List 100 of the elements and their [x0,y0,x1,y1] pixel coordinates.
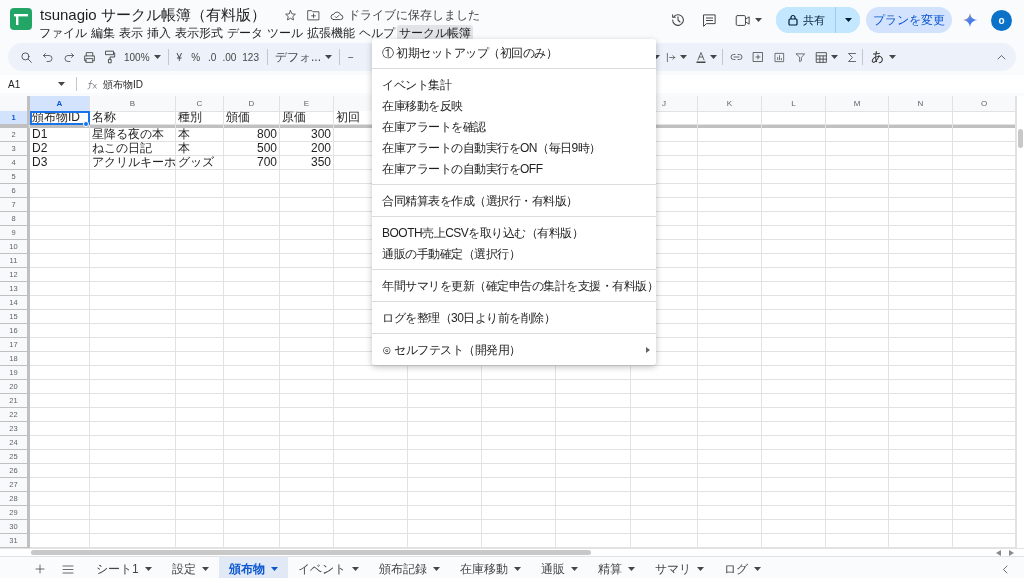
all-sheets-menu-icon[interactable] [62,564,74,574]
input-tools-dropdown[interactable]: あ [867,47,899,67]
redo-icon[interactable] [63,51,75,63]
menu-bar-item[interactable]: ファイル [37,25,89,41]
table-cell: 星降る夜の本 [90,128,176,142]
sheets-logo-icon[interactable] [10,8,32,30]
horizontal-scrollbar-thumb[interactable] [31,550,591,555]
increase-decimals-button[interactable]: .00 [219,49,240,65]
sheet-tab[interactable]: シート1 [86,556,162,578]
name-box[interactable]: A1 [8,76,68,92]
caret-icon [570,567,578,571]
vertical-scrollbar-thumb[interactable] [1018,129,1023,148]
column-header[interactable]: N [889,96,953,112]
sheet-tab[interactable]: ログ [713,556,771,578]
video-call-button[interactable] [735,13,762,27]
search-icon[interactable] [20,50,33,64]
text-wrap-icon[interactable] [665,51,677,63]
star-icon[interactable] [283,8,297,22]
undo-icon[interactable] [42,51,54,63]
sigma-icon[interactable] [846,51,857,63]
menu-item[interactable]: ① 初期セットアップ（初回のみ） [372,42,656,63]
sparkle-icon[interactable] [962,12,978,28]
table-cell: 350 [280,156,334,170]
menu-item[interactable]: 在庫アラートの自動実行をOFF [372,158,656,179]
upgrade-plan-button[interactable]: プランを変更 [866,7,952,33]
menu-item[interactable]: 在庫アラートの自動実行をON（毎日9時） [372,137,656,158]
number-format-button[interactable]: 123 [239,49,262,65]
caret-icon[interactable] [888,55,896,59]
decrease-decimals-button[interactable]: .0 [205,49,220,65]
sheet-tab[interactable]: 精算 [587,556,645,578]
chart-icon[interactable] [773,51,785,63]
paint-format-icon[interactable] [104,50,116,64]
table-cell: アクリルキーホ [90,156,176,170]
column-header[interactable]: E [280,96,334,112]
history-icon[interactable] [670,12,686,28]
sheet-tab[interactable]: 頒布物 [218,556,288,578]
menu-bar-item[interactable]: 編集 [89,25,117,41]
menu-item[interactable]: ⊙ セルフテスト（開発用） [372,339,656,360]
menu-item[interactable]: 合同精算表を作成（選択行・有料版） [372,190,656,211]
column-header[interactable]: L [762,96,826,112]
menu-bar-item[interactable]: 拡張機能 [305,25,357,41]
caret-icon [513,567,521,571]
table-cell: 本 [176,128,224,142]
sheet-tab[interactable]: イベント [287,556,369,578]
column-header[interactable]: M [826,96,889,112]
sheet-tab[interactable]: 在庫移動 [449,556,531,578]
formula-input[interactable]: 頒布物ID [103,76,143,92]
menu-bar-item[interactable]: 表示形式 [173,25,225,41]
font-size-decrease-button[interactable]: − [345,49,357,65]
fx-icon [87,78,99,90]
column-header[interactable]: B [90,96,176,112]
scroll-left-icon[interactable] [996,549,1001,556]
sheet-tab[interactable]: サマリ [644,556,714,578]
side-panel-chevron-icon[interactable] [1002,564,1008,574]
currency-format-button[interactable]: ¥ [173,49,186,65]
column-header[interactable]: A [30,96,90,112]
caret-icon[interactable] [679,55,687,59]
caret-icon[interactable] [325,55,332,59]
scroll-right-icon[interactable] [1009,549,1014,556]
percent-format-button[interactable]: % [188,49,204,65]
functions-table-icon[interactable] [814,50,828,64]
menu-bar-item[interactable]: データ [225,25,265,41]
sheet-tab[interactable]: 設定 [161,556,219,578]
caret-icon[interactable] [830,55,838,59]
menu-item[interactable]: BOOTH売上CSVを取り込む（有料版） [372,222,656,243]
add-comment-icon[interactable] [751,51,764,63]
caret-icon[interactable] [58,82,65,86]
collapse-chevron-icon[interactable] [997,54,1006,60]
zoom-dropdown[interactable]: 100% [122,49,163,65]
caret-icon[interactable] [709,55,717,59]
text-color-icon[interactable] [694,50,707,64]
column-header[interactable]: C [176,96,224,112]
cloud-icon[interactable] [329,9,344,21]
menu-bar-item[interactable]: ツール [265,25,305,41]
column-header[interactable]: D [224,96,280,112]
menu-bar-item[interactable]: ヘルプ [357,25,397,41]
table-cell: グッズ [176,156,224,170]
document-title[interactable]: tsunagio サークル帳簿（有料版） [40,5,266,25]
menu-bar-item[interactable]: 表示 [117,25,145,41]
link-icon[interactable] [729,53,743,61]
caret-icon[interactable] [755,18,762,22]
table-cell: D1 [30,128,90,142]
menu-item[interactable]: 通販の手動確定（選択行） [372,243,656,264]
column-header[interactable]: K [698,96,762,112]
sheet-tab[interactable]: 頒布記録 [368,556,450,578]
add-sheet-icon[interactable] [35,564,45,574]
menu-item[interactable]: ログを整理（30日より前を削除） [372,307,656,328]
filter-icon[interactable] [794,51,806,63]
menu-item[interactable]: イベント集計 [372,74,656,95]
folder-icon[interactable] [306,9,320,21]
print-icon[interactable] [83,50,96,64]
account-avatar[interactable]: o [991,9,1012,31]
caret-icon [351,567,359,571]
sheet-tab[interactable]: 通販 [530,556,588,578]
comment-icon[interactable] [702,12,717,28]
caret-icon[interactable] [153,55,161,59]
font-dropdown[interactable]: デフォ... [273,48,334,66]
caret-icon [696,567,704,571]
menu-bar-item[interactable]: 挿入 [145,25,173,41]
menu-item[interactable]: 年間サマリを更新（確定申告の集計を支援・有料版） [372,275,656,296]
